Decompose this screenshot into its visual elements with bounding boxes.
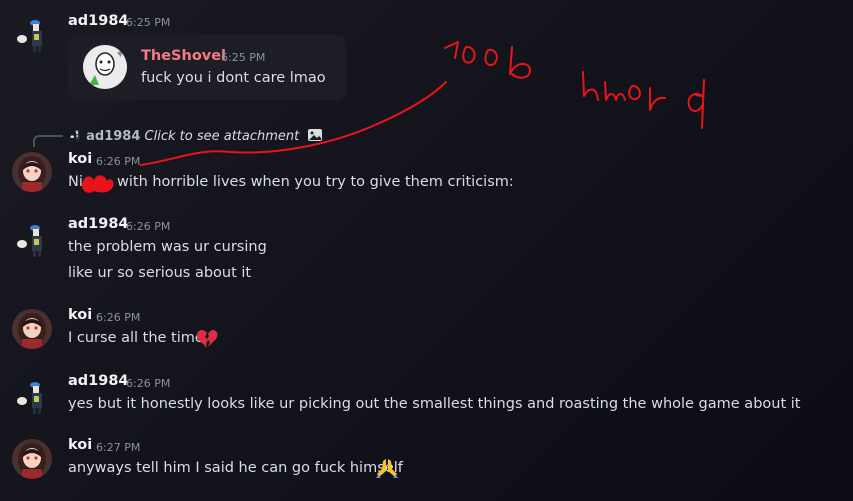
scribble-nigg xyxy=(444,41,532,79)
arrow-line xyxy=(140,81,447,166)
scribble-word xyxy=(582,71,705,129)
red-annotation-overlay xyxy=(140,41,705,166)
